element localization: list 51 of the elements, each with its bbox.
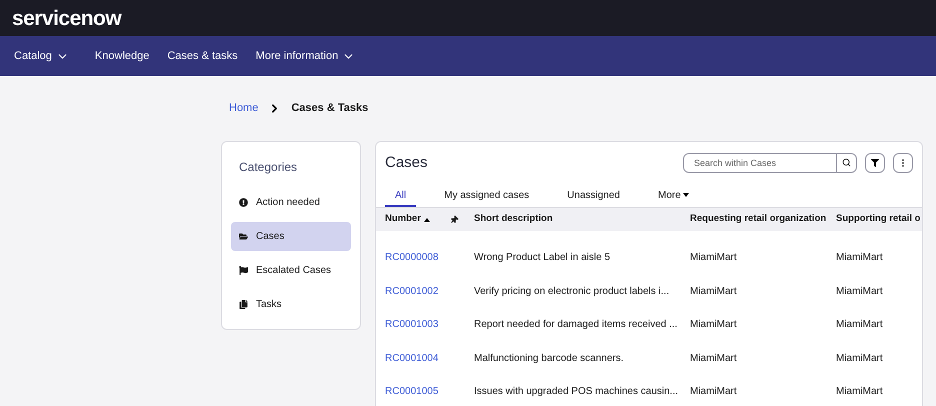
search-icon [842, 158, 851, 168]
filter-button[interactable] [865, 152, 885, 173]
categories-title: Categories [238, 158, 298, 176]
table-cell-text: MiamiMart [836, 284, 884, 299]
table-cell-text: MiamiMart [690, 284, 738, 299]
tab[interactable]: Unassigned [557, 185, 630, 207]
nav-item[interactable]: Catalog [14, 48, 69, 64]
tab[interactable]: My assigned cases [434, 185, 540, 207]
table-cell-text: MiamiMart [836, 385, 884, 400]
folder-icon [239, 232, 248, 240]
breadcrumb-link[interactable]: Home [229, 100, 258, 116]
nav-item[interactable]: Knowledge [94, 48, 150, 64]
search-field[interactable]: Search within Cases [683, 152, 837, 173]
case-number-link[interactable]: RC0001003 [385, 317, 450, 332]
nav-item[interactable]: More information [256, 48, 356, 64]
pin-icon[interactable] [448, 214, 460, 226]
table-cell-text: MiamiMart [690, 385, 738, 400]
nav-item[interactable]: Cases & tasks [167, 48, 238, 64]
table-cell-text: MiamiMart [690, 318, 738, 332]
table-cell-text: MiamiMart [836, 352, 884, 366]
table-cell-text: MiamiMart [836, 251, 884, 266]
case-number-link[interactable]: RC0001005 [385, 384, 450, 400]
filter-icon [871, 158, 879, 167]
search-button[interactable] [837, 152, 857, 173]
copy-icon [239, 300, 248, 308]
column-header[interactable]: Short description [474, 212, 690, 227]
category-item[interactable]: Action needed [231, 188, 351, 216]
case-number-link[interactable]: RC0000008 [385, 250, 450, 266]
alert-icon [239, 198, 248, 206]
case-number-link[interactable]: RC0001004 [385, 350, 450, 366]
table-cell-text: Verify pricing on electronic product labels i... [474, 284, 670, 299]
logo[interactable]: servicenow [12, 8, 122, 28]
tab[interactable]: More [648, 185, 699, 207]
table-cell-text: Malfunctioning barcode scanners. [474, 352, 625, 366]
table-cell-text: Wrong Product Label in aisle 5 [474, 251, 612, 266]
case-number-link[interactable]: RC0001002 [385, 284, 450, 299]
more-options-button[interactable] [893, 152, 913, 173]
category-item[interactable]: Cases [231, 222, 351, 250]
column-header[interactable]: Supporting retail o [836, 212, 922, 227]
column-header[interactable]: Requesting retail organization [690, 212, 836, 227]
category-item[interactable]: Tasks [231, 290, 351, 318]
table-cell-text: MiamiMart [690, 251, 738, 266]
table-cell-text: Report needed for damaged items received ... [474, 318, 678, 332]
category-item[interactable]: Escalated Cases [231, 256, 351, 284]
table-cell-text: MiamiMart [690, 352, 738, 366]
breadcrumb-current: Cases & Tasks [291, 101, 368, 116]
table-cell-text: Issues with upgraded POS machines causin... [474, 385, 679, 400]
column-header[interactable]: Number [385, 212, 450, 227]
table-cell-text: MiamiMart [836, 318, 884, 332]
flag-icon [239, 266, 248, 274]
panel-title: Cases [385, 152, 428, 172]
